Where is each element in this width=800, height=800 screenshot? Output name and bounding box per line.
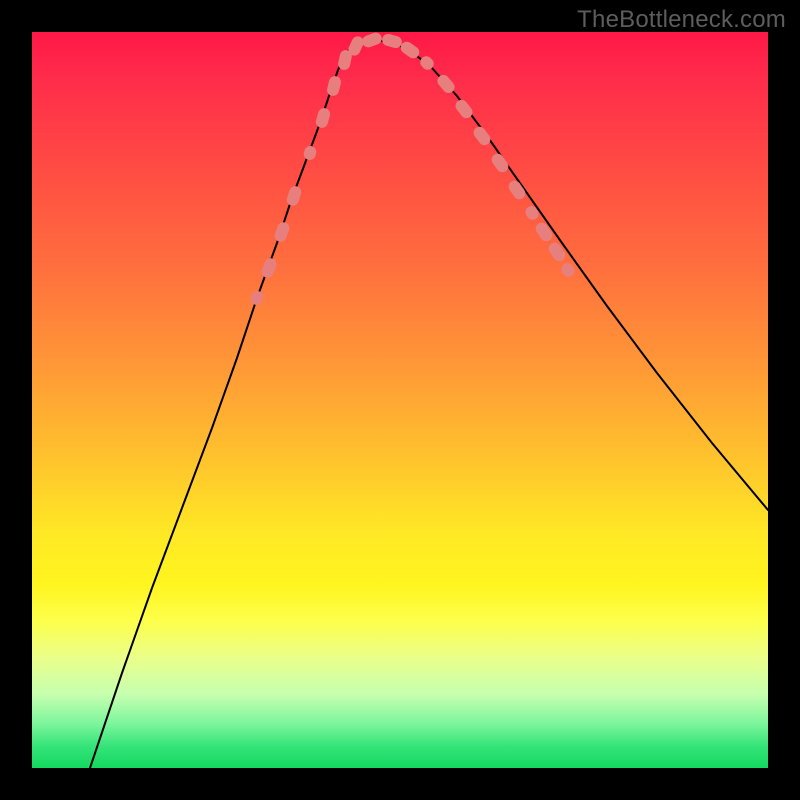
- curve-marker: [260, 256, 279, 279]
- curve-marker: [361, 31, 384, 49]
- curve-marker: [523, 204, 541, 222]
- curve-path: [90, 40, 768, 768]
- curve-marker: [302, 145, 318, 162]
- curve-marker: [471, 124, 493, 147]
- curve-marker: [559, 261, 577, 279]
- curve-marker: [546, 240, 567, 263]
- curve-marker: [326, 75, 342, 97]
- curve-marker: [285, 185, 303, 208]
- watermark-text: TheBottleneck.com: [577, 6, 786, 34]
- curve-marker: [273, 221, 291, 244]
- bottleneck-curve: [32, 32, 768, 768]
- plot-area: [32, 32, 768, 768]
- curve-marker: [249, 289, 265, 306]
- curve-marker: [533, 220, 554, 243]
- curve-marker: [489, 151, 510, 174]
- curve-marker: [314, 107, 331, 130]
- chart-frame: TheBottleneck.com: [0, 0, 800, 800]
